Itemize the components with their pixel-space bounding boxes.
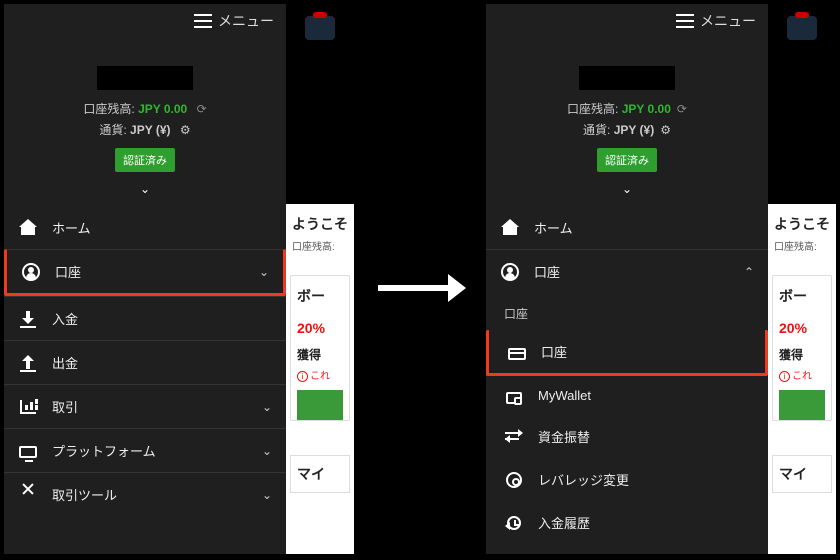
transfer-icon [505,428,523,446]
home-icon [501,219,519,237]
history-icon [507,516,521,530]
user-icon [501,263,519,281]
brand-logo [286,4,354,52]
refresh-icon[interactable]: ⟳ [197,102,207,116]
panel-before: メニュー 口座残高: JPY 0.00 ⟳ 通貨: JPY (¥) ⚙ 認証済み… [4,4,354,554]
panel-after: メニュー 口座残高: JPY 0.00⟳ 通貨: JPY (¥)⚙ 認証済み ⌄… [486,4,836,554]
account-summary: 口座残高: JPY 0.00⟳ 通貨: JPY (¥)⚙ 認証済み ⌄ [486,38,768,206]
menu-tools[interactable]: 取引ツール ⌄ [4,472,286,516]
footer-card: マイ [290,455,350,493]
brand-logo [768,4,836,52]
settings-icon [506,472,522,488]
bonus-note: iこれ [297,367,343,382]
menu-home[interactable]: ホーム [486,206,768,249]
sidebar: メニュー 口座残高: JPY 0.00⟳ 通貨: JPY (¥)⚙ 認証済み ⌄… [486,4,768,554]
collapse-header-icon[interactable]: ⌄ [4,172,286,202]
chevron-down-icon: ⌄ [262,488,272,502]
menu-withdraw[interactable]: 出金 [4,340,286,384]
menu-home[interactable]: ホーム [4,206,286,249]
welcome-heading: ようこそ 口座残高: [286,204,354,257]
submenu-leverage[interactable]: レバレッジ変更 [486,458,768,501]
chevron-down-icon: ⌄ [259,265,269,279]
bonus-button[interactable] [297,390,343,420]
tools-icon [19,486,37,504]
submenu-header: 口座 [486,293,768,330]
sidebar: メニュー 口座残高: JPY 0.00 ⟳ 通貨: JPY (¥) ⚙ 認証済み… [4,4,286,554]
refresh-icon[interactable]: ⟳ [677,102,687,116]
bonus-button[interactable] [779,390,825,420]
main-menu: ホーム 口座 ⌃ [486,206,768,293]
bonus-percent: 20% [297,320,343,336]
monitor-icon [19,446,37,458]
bonus-card: ボー 20% 獲得 iこれ [290,275,350,421]
menu-deposit[interactable]: 入金 [4,296,286,340]
content-strip: ようこそ口座残高: ボー 20% 獲得 iこれ マイ [768,4,836,554]
submenu-account[interactable]: 口座 [486,330,768,376]
balance-line: 口座残高: JPY 0.00 ⟳ [4,100,286,117]
chevron-down-icon: ⌄ [262,444,272,458]
main-menu: ホーム 口座 ⌄ 入金 出金 取引 ⌄ プラットフォーム [4,206,286,516]
submenu-history[interactable]: 入金履歴 [486,501,768,544]
submenu-mywallet[interactable]: MyWallet [486,376,768,415]
content-strip: ようこそ 口座残高: ボー 20% 獲得 iこれ マイ [286,4,354,554]
menu-icon[interactable] [676,14,694,28]
chevron-up-icon: ⌃ [744,265,754,279]
menu-account[interactable]: 口座 ⌄ [4,249,286,296]
chart-icon [20,400,36,414]
collapse-header-icon[interactable]: ⌄ [486,172,768,202]
transition-arrow [378,278,466,298]
currency-line: 通貨: JPY (¥) ⚙ [4,121,286,138]
user-icon [22,263,40,281]
id-card-icon [508,348,526,360]
wallet-icon [506,392,522,404]
account-summary: 口座残高: JPY 0.00 ⟳ 通貨: JPY (¥) ⚙ 認証済み ⌄ [4,38,286,206]
deposit-icon [19,310,37,328]
gear-icon[interactable]: ⚙ [660,123,671,137]
menu-label[interactable]: メニュー [218,11,274,31]
menu-platform[interactable]: プラットフォーム ⌄ [4,428,286,472]
username-redacted [97,66,193,90]
home-icon [19,219,37,237]
account-submenu: 口座 MyWallet 資金振替 レバレッジ変更 入金履歴 [486,330,768,544]
topbar: メニュー [4,4,286,38]
balance-value: JPY 0.00 [138,102,187,116]
menu-icon[interactable] [194,14,212,28]
currency-value: JPY (¥) [130,123,170,137]
menu-trade[interactable]: 取引 ⌄ [4,384,286,428]
menu-label[interactable]: メニュー [700,11,756,31]
verified-badge: 認証済み [597,148,657,172]
gear-icon[interactable]: ⚙ [180,123,191,137]
verified-badge: 認証済み [115,148,175,172]
chevron-down-icon: ⌄ [262,400,272,414]
topbar: メニュー [486,4,768,38]
submenu-transfer[interactable]: 資金振替 [486,415,768,458]
menu-account[interactable]: 口座 ⌃ [486,249,768,293]
username-redacted [579,66,675,90]
withdraw-icon [19,354,37,372]
